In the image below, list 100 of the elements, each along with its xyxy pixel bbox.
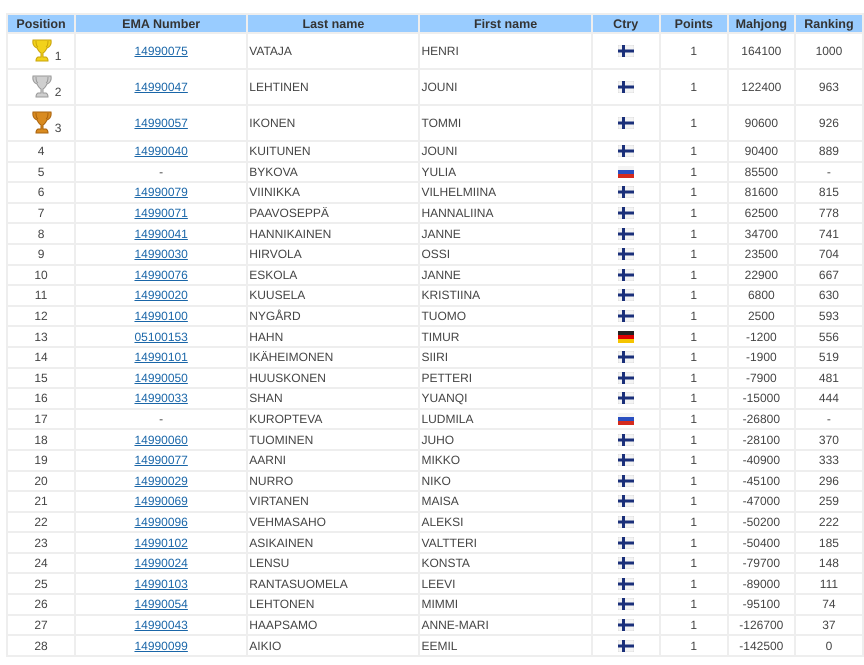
ranking-value: 704: [818, 247, 839, 262]
flag-icon: [618, 640, 634, 652]
first-name: OSSI: [421, 247, 450, 262]
last-name: HAAPSAMO: [249, 618, 318, 632]
last-name: BYKOVA: [249, 164, 298, 179]
first-name: EEMIL: [421, 638, 458, 653]
last-name: KUROPTEVA: [249, 412, 322, 426]
column-header[interactable]: EMA Number: [76, 15, 246, 32]
last-name: LEHTINEN: [249, 80, 309, 94]
ema-number-link[interactable]: 14990075: [134, 44, 188, 58]
position-number: 5: [38, 164, 44, 179]
flag-icon: [618, 578, 634, 590]
flag-icon: [618, 330, 634, 343]
points: 1: [690, 144, 698, 158]
last-name: TUOMINEN: [249, 432, 314, 447]
column-header[interactable]: Last name: [248, 15, 418, 32]
points: 1: [690, 226, 698, 241]
points: 1: [690, 80, 698, 94]
position-number: 16: [34, 391, 48, 406]
flag-icon: [618, 618, 634, 631]
mahjong-score: 122400: [741, 80, 782, 94]
ranking-value: 222: [818, 514, 839, 529]
flag-icon: [618, 536, 634, 549]
flag-icon: [618, 117, 634, 129]
position-number: 15: [34, 370, 48, 385]
ranking-value: -: [826, 412, 831, 426]
ranking-value: 444: [818, 391, 839, 406]
last-name: VIINIKKA: [249, 185, 300, 200]
ranking-value: 815: [818, 185, 839, 200]
mahjong-score: 23500: [744, 247, 778, 262]
ranking-value: 370: [818, 432, 839, 447]
last-name: ASIKAINEN: [249, 536, 314, 550]
points: 1: [690, 576, 698, 591]
points: 1: [690, 350, 698, 364]
last-name: RANTASUOMELA: [249, 576, 348, 591]
last-name: IKÄHEIMONEN: [249, 350, 334, 364]
ranking-value: 630: [818, 288, 839, 302]
last-name: HIRVOLA: [249, 247, 302, 262]
mahjong-score: -126700: [739, 618, 784, 632]
position-number: 7: [38, 206, 44, 220]
trophy-icon: [30, 72, 53, 98]
position-number: 17: [34, 412, 48, 426]
flag-icon: [618, 351, 634, 364]
mahjong-score: -89000: [742, 576, 780, 591]
last-name: ESKOLA: [249, 268, 298, 282]
ranking-value: 333: [818, 453, 839, 468]
column-header[interactable]: Points: [660, 15, 727, 32]
mahjong-score: -47000: [742, 494, 780, 508]
ranking-value: 593: [818, 309, 839, 324]
mahjong-score: -45100: [742, 474, 780, 488]
points: 1: [690, 206, 698, 220]
mahjong-score: -15000: [742, 391, 780, 406]
mahjong-score: 2500: [748, 309, 775, 324]
points: 1: [690, 618, 698, 632]
mahjong-score: -1900: [746, 350, 777, 364]
flag-icon: [618, 81, 634, 93]
points: 1: [690, 164, 698, 179]
points: 1: [690, 536, 698, 550]
ema-number-link[interactable]: 14990047: [134, 80, 188, 94]
last-name: KUITUNEN: [249, 144, 311, 158]
last-name: VATAJA: [249, 44, 292, 58]
ema-number-link[interactable]: 14990057: [134, 116, 188, 130]
position-number: 22: [34, 514, 48, 529]
mahjong-score: -50200: [742, 514, 780, 529]
first-name: LEEVI: [421, 576, 456, 591]
points: 1: [690, 597, 698, 612]
points: 1: [690, 391, 698, 406]
column-header[interactable]: Mahjong: [728, 15, 794, 32]
position-number: 23: [34, 536, 48, 550]
points: 1: [690, 116, 698, 130]
first-name: KRISTIINA: [421, 288, 480, 302]
first-name: MIKKO: [421, 453, 460, 468]
flag-icon: [618, 372, 634, 384]
column-header[interactable]: Position: [8, 15, 74, 32]
ranking-value: 926: [818, 116, 839, 130]
mahjong-score: 81600: [744, 185, 778, 200]
last-name: PAAVOSEPPÄ: [249, 206, 329, 220]
position-number: 4: [38, 144, 44, 158]
ranking-value: 296: [818, 474, 839, 488]
flag-icon: [618, 228, 634, 240]
points: 1: [690, 474, 698, 488]
first-name: KONSTA: [421, 556, 470, 570]
ranking-value: 259: [818, 494, 839, 508]
mahjong-score: -7900: [746, 370, 777, 385]
position-number: 25: [34, 576, 48, 591]
last-name: LEHTONEN: [249, 597, 314, 612]
position-number: 11: [34, 288, 48, 302]
position-number: 24: [34, 556, 48, 570]
column-header[interactable]: Ranking: [796, 15, 862, 32]
first-name: LUDMILA: [421, 412, 474, 426]
points: 1: [690, 556, 698, 570]
mahjong-score: 85500: [744, 164, 778, 179]
position-number: 1: [54, 48, 62, 62]
ranking-value: 963: [818, 80, 839, 94]
ranking-value: 519: [818, 350, 839, 364]
column-header[interactable]: First name: [420, 15, 591, 32]
flag-icon: [618, 557, 634, 570]
trophy-icon: [30, 108, 53, 134]
position-number: 19: [34, 453, 48, 468]
column-header[interactable]: Ctry: [592, 15, 659, 32]
